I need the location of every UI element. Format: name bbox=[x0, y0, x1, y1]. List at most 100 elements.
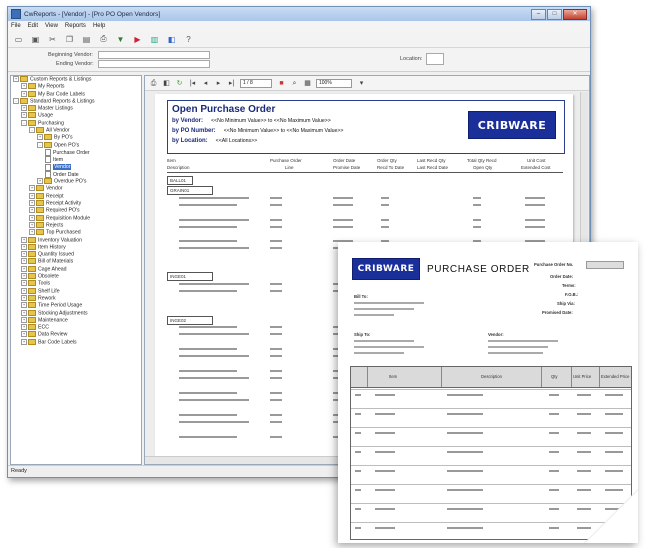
expand-icon[interactable]: + bbox=[21, 90, 27, 97]
expand-icon[interactable]: + bbox=[21, 324, 27, 331]
tree-node[interactable]: + My Reports bbox=[11, 83, 141, 90]
tree-node[interactable]: + Rejects bbox=[11, 221, 141, 229]
refresh-icon[interactable]: ↻ bbox=[175, 79, 184, 88]
expand-icon[interactable]: + bbox=[29, 185, 35, 192]
expand-icon[interactable]: + bbox=[29, 192, 35, 199]
expand-icon[interactable]: + bbox=[29, 207, 35, 214]
tree-node[interactable]: Purchase Order bbox=[11, 148, 141, 156]
tree-node[interactable]: Vendor bbox=[11, 163, 141, 171]
save-icon[interactable]: ▣ bbox=[30, 34, 41, 45]
menu-edit[interactable]: Edit bbox=[28, 23, 38, 29]
menu-help[interactable]: Help bbox=[93, 23, 105, 29]
first-page-icon[interactable]: |◂ bbox=[188, 79, 197, 88]
tree-node[interactable]: - Standard Reports & Listings bbox=[11, 97, 141, 105]
print-icon[interactable]: ⎙ bbox=[149, 79, 158, 88]
tree-node[interactable]: + Master Listings bbox=[11, 105, 141, 112]
maximize-button[interactable]: □ bbox=[547, 8, 562, 20]
collapse-icon[interactable]: - bbox=[13, 97, 19, 104]
copy-icon[interactable]: ❐ bbox=[64, 34, 75, 45]
expand-icon[interactable]: + bbox=[29, 229, 35, 236]
expand-icon[interactable]: + bbox=[37, 178, 43, 185]
expand-icon[interactable]: + bbox=[21, 294, 27, 301]
tree-node[interactable]: + Time Period Usage bbox=[11, 302, 141, 309]
minimize-button[interactable]: – bbox=[531, 8, 546, 20]
tree-node[interactable]: + Rework bbox=[11, 294, 141, 302]
tree-node[interactable]: + Inventory Valuation bbox=[11, 236, 141, 244]
expand-icon[interactable]: + bbox=[21, 287, 27, 294]
close-button[interactable]: ✕ bbox=[563, 8, 587, 20]
tree-node[interactable]: + Stocking Adjustments bbox=[11, 309, 141, 317]
tree-node[interactable]: + Receipt bbox=[11, 192, 141, 200]
tree-node[interactable]: + Overdue PO's bbox=[11, 178, 141, 185]
tree-node[interactable]: + Quantity Issued bbox=[11, 251, 141, 258]
expand-icon[interactable]: + bbox=[21, 236, 27, 243]
expand-icon[interactable]: + bbox=[21, 331, 27, 338]
help-icon[interactable]: ? bbox=[183, 34, 194, 45]
tree-node[interactable]: + Maintenance bbox=[11, 316, 141, 324]
page-number-input[interactable]: 1 / 8 bbox=[240, 78, 272, 88]
tree-node[interactable]: + Shelf Life bbox=[11, 287, 141, 295]
tree-node[interactable]: + ECC bbox=[11, 324, 141, 331]
tree-node[interactable]: + Required PO's bbox=[11, 207, 141, 214]
last-page-icon[interactable]: ▸| bbox=[227, 79, 236, 88]
expand-icon[interactable]: + bbox=[21, 338, 27, 345]
chart-icon[interactable]: ▥ bbox=[149, 34, 160, 45]
tree-node[interactable]: Order Date bbox=[11, 170, 141, 178]
expand-icon[interactable]: + bbox=[21, 112, 27, 119]
ending-vendor-input[interactable] bbox=[98, 60, 210, 68]
expand-icon[interactable]: + bbox=[21, 265, 27, 272]
tree-node[interactable]: + By PO's bbox=[11, 134, 141, 141]
collapse-icon[interactable]: - bbox=[29, 127, 35, 134]
prev-page-icon[interactable]: ◂ bbox=[201, 79, 210, 88]
location-input[interactable] bbox=[426, 53, 444, 65]
tree-node[interactable]: - Purchasing bbox=[11, 119, 141, 127]
print-icon[interactable]: ⎙ bbox=[98, 34, 109, 45]
tree-node[interactable]: + Tools bbox=[11, 280, 141, 287]
tree-node[interactable]: + My Bar Code Labels bbox=[11, 90, 141, 98]
next-page-icon[interactable]: ▸ bbox=[214, 79, 223, 88]
tree-node[interactable]: + Data Review bbox=[11, 331, 141, 338]
export-icon[interactable]: ◧ bbox=[162, 79, 171, 88]
expand-icon[interactable]: + bbox=[29, 221, 35, 228]
menu-file[interactable]: File bbox=[11, 23, 21, 29]
tree-node[interactable]: + Item History bbox=[11, 243, 141, 251]
tree-node[interactable]: + Custom Reports & Listings bbox=[11, 76, 141, 83]
expand-icon[interactable]: + bbox=[21, 280, 27, 287]
tree-node[interactable]: + Bill of Materials bbox=[11, 258, 141, 265]
menu-view[interactable]: View bbox=[45, 23, 58, 29]
run-report-icon[interactable]: ▶ bbox=[132, 34, 143, 45]
expand-icon[interactable]: + bbox=[21, 316, 27, 323]
zoom-select[interactable]: 100% bbox=[316, 78, 352, 88]
expand-icon[interactable]: + bbox=[13, 76, 19, 82]
expand-icon[interactable]: + bbox=[21, 243, 27, 250]
report-tree[interactable]: + Custom Reports & Listings + My Reports + My… bbox=[10, 75, 142, 465]
menu-reports[interactable]: Reports bbox=[65, 23, 86, 29]
export-icon[interactable]: ◧ bbox=[166, 34, 177, 45]
expand-icon[interactable]: + bbox=[29, 200, 35, 207]
expand-icon[interactable]: + bbox=[21, 251, 27, 258]
search-icon[interactable]: ⌕ bbox=[290, 79, 299, 88]
tree-node[interactable]: - Open PO's bbox=[11, 141, 141, 149]
expand-icon[interactable]: + bbox=[21, 258, 27, 265]
tree-node[interactable]: + Obsolete bbox=[11, 273, 141, 280]
new-icon[interactable]: ▭ bbox=[13, 34, 24, 45]
group-tree-icon[interactable]: ▦ bbox=[303, 79, 312, 88]
collapse-icon[interactable]: - bbox=[21, 119, 27, 126]
expand-icon[interactable]: + bbox=[21, 105, 27, 112]
chevron-down-icon[interactable]: ▾ bbox=[357, 79, 366, 88]
beginning-vendor-input[interactable] bbox=[98, 51, 210, 59]
tree-node[interactable]: + Vendor bbox=[11, 185, 141, 192]
expand-icon[interactable]: + bbox=[21, 302, 27, 309]
tree-node[interactable]: + Top Purchased bbox=[11, 229, 141, 236]
expand-icon[interactable]: + bbox=[21, 309, 27, 316]
tree-node[interactable]: + Cage Ahead bbox=[11, 265, 141, 273]
expand-icon[interactable]: + bbox=[21, 83, 27, 90]
collapse-icon[interactable]: - bbox=[37, 141, 43, 148]
expand-icon[interactable]: + bbox=[37, 134, 43, 141]
paste-icon[interactable]: ▤ bbox=[81, 34, 92, 45]
stop-icon[interactable]: ■ bbox=[277, 79, 286, 88]
tree-node[interactable]: Item bbox=[11, 156, 141, 164]
expand-icon[interactable]: + bbox=[29, 214, 35, 221]
tree-node[interactable]: + Requisition Module bbox=[11, 214, 141, 222]
tree-node[interactable]: - All Vendor bbox=[11, 127, 141, 134]
